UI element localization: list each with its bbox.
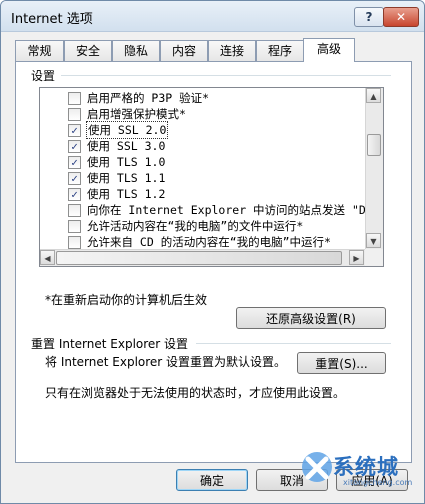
setting-label: 使用 SSL 2.0 [85,121,169,139]
setting-label: 使用 TLS 1.2 [87,187,166,201]
setting-checkbox[interactable] [68,92,81,105]
scroll-left-icon[interactable]: ◀ [40,250,55,265]
watermark: 系统城 xitongcheng.com [299,445,413,489]
setting-checkbox[interactable] [68,108,81,121]
setting-checkbox[interactable]: ✓ [68,124,81,137]
scrollbar-corner [365,249,383,266]
settings-group-label: 设置 [31,69,56,83]
setting-label: 启用严格的 P3P 验证* [87,91,210,105]
close-button[interactable]: ✕ [383,7,419,27]
reset-button[interactable]: 重置(S)... [297,352,386,374]
restore-advanced-settings-button[interactable]: 还原高级设置(R) [236,307,386,329]
setting-label: 使用 SSL 3.0 [87,139,166,153]
setting-label: 允许活动内容在“我的电脑”的文件中运行* [87,219,304,233]
setting-label: 使用 TLS 1.1 [87,171,166,185]
setting-row[interactable]: 在安全和非安全模式之间切换时发出警告 [40,266,366,267]
tab-programs[interactable]: 程序 [256,40,304,61]
setting-row[interactable]: ✓ 使用 TLS 1.2 [40,186,366,202]
horizontal-scrollbar[interactable]: ◀ ▶ [40,249,365,266]
setting-checkbox[interactable]: ✓ [68,140,81,153]
restart-note: *在重新启动你的计算机后生效 [45,293,208,307]
setting-row[interactable]: 启用严格的 P3P 验证* [40,90,366,106]
setting-checkbox[interactable]: ✓ [68,156,81,169]
setting-row[interactable]: ✓ 使用 TLS 1.1 [40,170,366,186]
tab-advanced[interactable]: 高级 [303,38,355,62]
settings-divider [61,75,391,76]
setting-checkbox[interactable] [68,220,81,233]
tab-privacy[interactable]: 隐私 [112,40,160,61]
horizontal-scroll-thumb[interactable] [56,251,342,265]
setting-checkbox[interactable] [68,236,81,249]
reset-description: 将 Internet Explorer 设置重置为默认设置。 [45,355,287,369]
watermark-url: xitongcheng.com [343,478,413,487]
settings-list[interactable]: 启用严格的 P3P 验证* 启用增强保护模式* ✓ 使用 SSL 2.0 ✓ 使用 SSL… [39,87,384,267]
scroll-right-icon[interactable]: ▶ [349,250,364,265]
vertical-scroll-thumb[interactable] [367,134,381,156]
setting-checkbox[interactable] [68,204,81,217]
setting-row[interactable]: ✓ 使用 SSL 3.0 [40,138,366,154]
setting-row[interactable]: ✓ 使用 SSL 2.0 [40,121,366,139]
setting-label: 使用 TLS 1.0 [87,155,166,169]
setting-label: 在安全和非安全模式之间切换时发出警告 [87,266,294,267]
ok-button[interactable]: 确定 [176,469,248,491]
setting-row[interactable]: 允许来自 CD 的活动内容在“我的电脑”中运行* [40,234,366,250]
watermark-logo-icon [302,452,332,482]
tab-connections[interactable]: 连接 [208,40,256,61]
vertical-scrollbar[interactable]: ▲ ▼ [365,88,383,249]
tab-content[interactable]: 内容 [160,40,208,61]
internet-options-dialog: Internet 选项 ? ✕ 常规 安全 隐私 内容 连接 程序 高级 设置 … [0,0,425,504]
setting-label: 向你在 Internet Explorer 中访问的站点发送 "Do N [87,203,384,217]
reset-divider [196,343,391,344]
setting-row[interactable]: 向你在 Internet Explorer 中访问的站点发送 "Do N [40,202,383,218]
setting-row[interactable]: 启用增强保护模式* [40,106,366,122]
watermark-text: 系统城 [333,454,399,479]
setting-label: 允许来自 CD 的活动内容在“我的电脑”中运行* [87,235,331,249]
help-button[interactable]: ? [354,7,384,27]
tab-security[interactable]: 安全 [64,40,112,61]
setting-label: 启用增强保护模式* [87,107,186,121]
reset-note: 只有在浏览器处于无法使用的状态时，才应使用此设置。 [45,386,346,400]
setting-checkbox[interactable]: ✓ [68,172,81,185]
setting-row[interactable]: 允许活动内容在“我的电脑”的文件中运行* [40,218,366,234]
title-bar: Internet 选项 ? ✕ [1,1,424,32]
scroll-up-icon[interactable]: ▲ [366,88,381,103]
window-title: Internet 选项 [11,12,93,27]
setting-checkbox[interactable]: ✓ [68,188,81,201]
scroll-down-icon[interactable]: ▼ [366,233,381,248]
setting-row[interactable]: ✓ 使用 TLS 1.0 [40,154,366,170]
reset-group-label: 重置 Internet Explorer 设置 [31,337,189,351]
tab-general[interactable]: 常规 [15,40,64,61]
